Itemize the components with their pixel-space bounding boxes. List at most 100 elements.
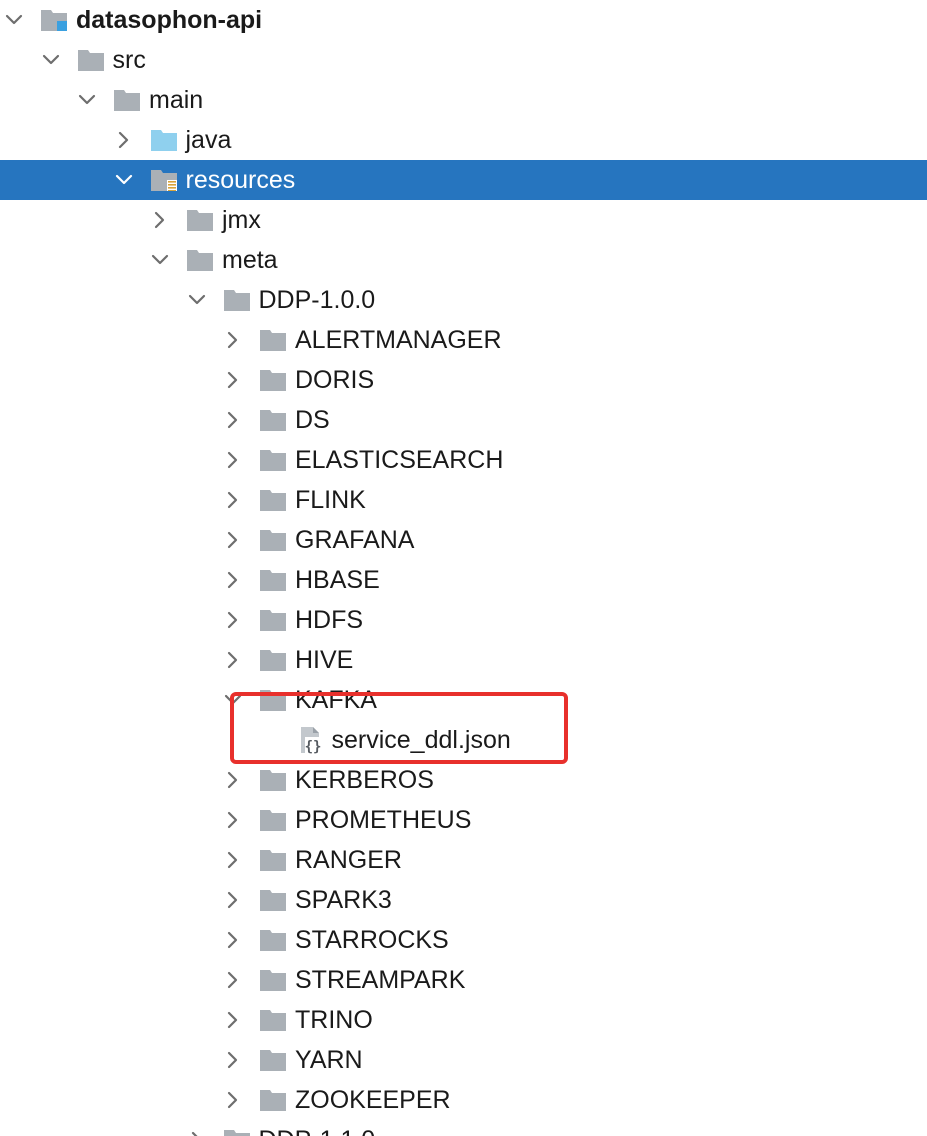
- folder-icon: [259, 527, 287, 553]
- folder-icon: [259, 927, 287, 953]
- folder-icon: [259, 1087, 287, 1113]
- tree-node-label: ALERTMANAGER: [295, 326, 502, 354]
- tree-node-alertmanager[interactable]: ALERTMANAGER: [0, 320, 927, 360]
- tree-node-label: DDP-1.1.0: [259, 1120, 376, 1136]
- chevron-right-icon[interactable]: [223, 1090, 243, 1110]
- tree-node-streampark[interactable]: STREAMPARK: [0, 960, 927, 1000]
- chevron-right-icon[interactable]: [223, 610, 243, 630]
- tree-node-hbase[interactable]: HBASE: [0, 560, 927, 600]
- tree-node-label: KAFKA: [295, 686, 377, 714]
- folder-icon: [259, 567, 287, 593]
- chevron-right-icon[interactable]: [223, 530, 243, 550]
- tree-node-java[interactable]: java: [0, 120, 927, 160]
- json-file-icon: {}: [296, 727, 324, 754]
- chevron-down-icon[interactable]: [114, 170, 134, 190]
- tree-node-hdfs[interactable]: HDFS: [0, 600, 927, 640]
- chevron-right-icon[interactable]: [223, 410, 243, 430]
- tree-node-spark3[interactable]: SPARK3: [0, 880, 927, 920]
- chevron-right-icon[interactable]: [223, 810, 243, 830]
- tree-node-ddp-1-1-0[interactable]: DDP-1.1.0: [0, 1120, 927, 1136]
- tree-node-datasophon-api[interactable]: datasophon-api: [0, 0, 927, 40]
- chevron-right-icon[interactable]: [223, 1010, 243, 1030]
- chevron-right-icon[interactable]: [223, 650, 243, 670]
- source-folder-icon: [150, 127, 178, 153]
- tree-node-doris[interactable]: DORIS: [0, 360, 927, 400]
- tree-node-zookeeper[interactable]: ZOOKEEPER: [0, 1080, 927, 1120]
- tree-node-label: resources: [185, 166, 296, 194]
- tree-node-starrocks[interactable]: STARROCKS: [0, 920, 927, 960]
- folder-icon: [223, 1127, 251, 1136]
- tree-node-label: RANGER: [295, 846, 402, 874]
- tree-node-ranger[interactable]: RANGER: [0, 840, 927, 880]
- folder-icon: [259, 647, 287, 673]
- chevron-right-icon[interactable]: [114, 130, 134, 150]
- folder-icon: [259, 767, 287, 793]
- tree-node-hive[interactable]: HIVE: [0, 640, 927, 680]
- folder-icon: [259, 1047, 287, 1073]
- chevron-down-icon[interactable]: [4, 10, 24, 30]
- tree-node-resources[interactable]: resources: [0, 160, 927, 200]
- tree-node-main[interactable]: main: [0, 80, 927, 120]
- folder-icon: [259, 1007, 287, 1033]
- chevron-right-icon[interactable]: [187, 1130, 207, 1136]
- svg-text:{}: {}: [304, 739, 321, 754]
- chevron-down-icon[interactable]: [77, 90, 97, 110]
- tree-node-label: STARROCKS: [295, 926, 449, 954]
- tree-node-kerberos[interactable]: KERBEROS: [0, 760, 927, 800]
- chevron-down-icon[interactable]: [41, 50, 61, 70]
- folder-icon: [259, 847, 287, 873]
- folder-icon: [259, 487, 287, 513]
- tree-node-ddp-1-0-0[interactable]: DDP-1.0.0: [0, 280, 927, 320]
- folder-icon: [223, 287, 251, 313]
- chevron-right-icon[interactable]: [223, 770, 243, 790]
- tree-node-elasticsearch[interactable]: ELASTICSEARCH: [0, 440, 927, 480]
- chevron-right-icon[interactable]: [223, 1050, 243, 1070]
- tree-node-jmx[interactable]: jmx: [0, 200, 927, 240]
- chevron-right-icon[interactable]: [223, 570, 243, 590]
- chevron-right-icon[interactable]: [223, 970, 243, 990]
- tree-node-label: meta: [222, 246, 278, 274]
- tree-node-label: java: [185, 126, 232, 154]
- tree-node-label: datasophon-api: [76, 6, 263, 34]
- tree-node-label: service_ddl.json: [331, 726, 511, 754]
- module-folder-icon: [40, 7, 68, 33]
- folder-icon: [259, 887, 287, 913]
- tree-node-service-ddl-json[interactable]: {} service_ddl.json: [0, 720, 927, 760]
- tree-node-label: TRINO: [295, 1006, 373, 1034]
- tree-node-kafka[interactable]: KAFKA: [0, 680, 927, 720]
- tree-node-src[interactable]: src: [0, 40, 927, 80]
- chevron-down-icon[interactable]: [150, 250, 170, 270]
- chevron-down-icon[interactable]: [223, 690, 243, 710]
- tree-node-yarn[interactable]: YARN: [0, 1040, 927, 1080]
- tree-node-ds[interactable]: DS: [0, 400, 927, 440]
- tree-node-label: DORIS: [295, 366, 375, 394]
- tree-node-flink[interactable]: FLINK: [0, 480, 927, 520]
- chevron-right-icon[interactable]: [223, 330, 243, 350]
- chevron-right-icon[interactable]: [223, 850, 243, 870]
- tree-node-label: YARN: [295, 1046, 363, 1074]
- tree-node-label: HDFS: [295, 606, 364, 634]
- chevron-right-icon[interactable]: [223, 890, 243, 910]
- tree-node-meta[interactable]: meta: [0, 240, 927, 280]
- tree-node-label: ELASTICSEARCH: [295, 446, 504, 474]
- tree-node-grafana[interactable]: GRAFANA: [0, 520, 927, 560]
- folder-icon: [186, 247, 214, 273]
- folder-icon: [259, 607, 287, 633]
- chevron-right-icon[interactable]: [150, 210, 170, 230]
- tree-node-label: src: [112, 46, 146, 74]
- chevron-right-icon[interactable]: [223, 370, 243, 390]
- chevron-down-icon[interactable]: [187, 290, 207, 310]
- chevron-right-icon[interactable]: [223, 490, 243, 510]
- folder-icon: [259, 327, 287, 353]
- folder-icon: [77, 47, 105, 73]
- tree-node-trino[interactable]: TRINO: [0, 1000, 927, 1040]
- tree-node-label: HIVE: [295, 646, 354, 674]
- tree-node-prometheus[interactable]: PROMETHEUS: [0, 800, 927, 840]
- chevron-right-icon[interactable]: [223, 930, 243, 950]
- tree-node-label: PROMETHEUS: [295, 806, 472, 834]
- chevron-right-icon[interactable]: [223, 450, 243, 470]
- folder-icon: [259, 407, 287, 433]
- tree-node-label: FLINK: [295, 486, 366, 514]
- project-tree: datasophon-api src main java resources jmx met…: [0, 0, 927, 1136]
